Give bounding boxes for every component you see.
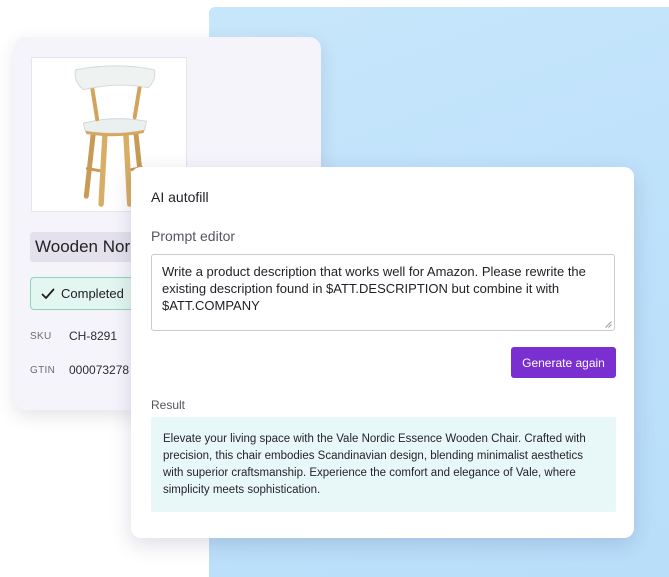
resize-handle-icon[interactable] [605, 321, 612, 328]
prompt-editor-label: Prompt editor [151, 228, 236, 244]
status-label: Completed [61, 286, 124, 301]
panel-title: AI autofill [151, 189, 209, 205]
attribute-key: SKU [30, 330, 52, 342]
attribute-value[interactable]: CH-8291 [69, 329, 117, 343]
status-badge[interactable]: Completed [30, 277, 140, 310]
result-output: Elevate your living space with the Vale … [151, 417, 616, 512]
attribute-row-gtin: GTIN 000073278 [30, 363, 145, 377]
attribute-row-sku: SKU CH-8291 [30, 329, 145, 343]
attribute-value[interactable]: 000073278 [69, 363, 129, 377]
prompt-editor-textarea[interactable]: Write a product description that works w… [151, 254, 615, 331]
attribute-key: GTIN [30, 364, 56, 376]
prompt-text: Write a product description that works w… [162, 264, 586, 313]
result-text: Elevate your living space with the Vale … [163, 433, 586, 496]
ai-autofill-panel: AI autofill Prompt editor Write a produc… [131, 167, 634, 538]
result-label: Result [151, 398, 186, 412]
generate-again-button[interactable]: Generate again [511, 347, 616, 378]
check-icon [41, 288, 55, 300]
